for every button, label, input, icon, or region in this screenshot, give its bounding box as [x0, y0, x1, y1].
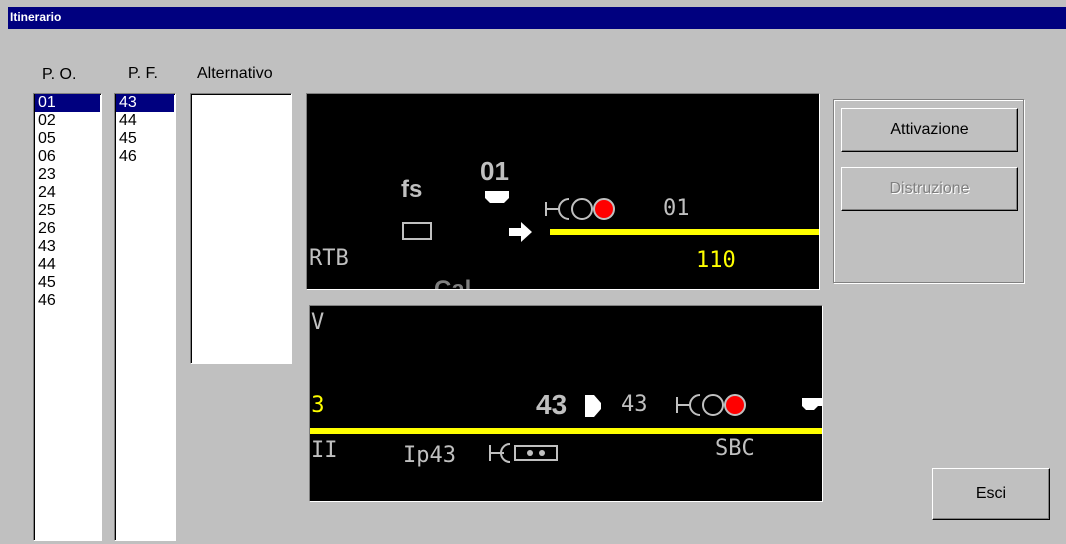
ip-label: Ip43 — [403, 443, 456, 468]
alternativo-listbox[interactable] — [190, 93, 292, 364]
station-label: Cal... — [434, 276, 492, 290]
signal-lamps-icon — [545, 198, 615, 220]
track-panel-bottom: V 03 43 43 II Ip43 SBC — [309, 305, 823, 502]
signal-lamps-icon — [676, 394, 746, 416]
direction-arrow-icon — [509, 222, 532, 242]
track-panel-top: fs 01 01 RTB 110 Cal... — [306, 93, 820, 290]
attivazione-button[interactable]: Attivazione — [841, 108, 1018, 152]
sbc-label: SBC — [715, 436, 755, 461]
signal-number: 01 — [480, 156, 509, 186]
list-item[interactable]: 46 — [116, 148, 174, 166]
signal-head-icon — [585, 395, 601, 417]
track-line — [310, 428, 822, 434]
v-label: V — [311, 310, 325, 335]
po-listbox[interactable]: 01 02 05 06 23 24 25 26 43 44 45 46 — [33, 93, 102, 541]
signal-label: 43 — [621, 392, 648, 417]
list-item[interactable]: 43 — [35, 238, 100, 256]
alternativo-header: Alternativo — [197, 65, 273, 82]
signal-number: 43 — [536, 389, 568, 420]
esci-button[interactable]: Esci — [932, 468, 1050, 520]
itinerario-window: P. O. P. F. Alternativo 01 02 05 06 23 24 25 26… — [8, 29, 1066, 544]
list-item[interactable]: 44 — [35, 256, 100, 274]
speed-label: 110 — [696, 248, 736, 273]
window-title: Itinerario — [10, 10, 62, 24]
rtb-label: RTB — [309, 246, 349, 271]
signal-head-icon — [802, 398, 822, 410]
fs-label: fs — [401, 176, 423, 203]
list-item[interactable]: 02 — [35, 112, 100, 130]
list-item[interactable]: 25 — [35, 202, 100, 220]
list-item[interactable]: 06 — [35, 148, 100, 166]
list-item[interactable]: 05 — [35, 130, 100, 148]
po-header: P. O. — [42, 66, 77, 83]
pf-listbox[interactable]: 43 44 45 46 — [114, 93, 176, 541]
signal-head-icon — [485, 191, 509, 203]
list-item[interactable]: 44 — [116, 112, 174, 130]
pf-header: P. F. — [128, 65, 158, 82]
list-item[interactable]: 01 — [35, 94, 100, 112]
list-item[interactable]: 46 — [35, 292, 100, 310]
track-line — [550, 229, 819, 235]
ii-label: II — [311, 438, 338, 463]
list-item[interactable]: 43 — [116, 94, 174, 112]
list-item[interactable]: 23 — [35, 166, 100, 184]
shunting-signal-icon — [489, 443, 558, 463]
list-item[interactable]: 24 — [35, 184, 100, 202]
signal-label: 01 — [663, 196, 690, 221]
list-item[interactable]: 26 — [35, 220, 100, 238]
list-item[interactable]: 45 — [116, 130, 174, 148]
track-diagram-top — [402, 191, 819, 242]
distruzione-button[interactable]: Distruzione — [841, 167, 1018, 211]
track-number: 03 — [310, 393, 325, 418]
list-item[interactable]: 45 — [35, 274, 100, 292]
title-bar: Itinerario — [8, 7, 1066, 29]
fs-box-icon — [402, 222, 432, 240]
